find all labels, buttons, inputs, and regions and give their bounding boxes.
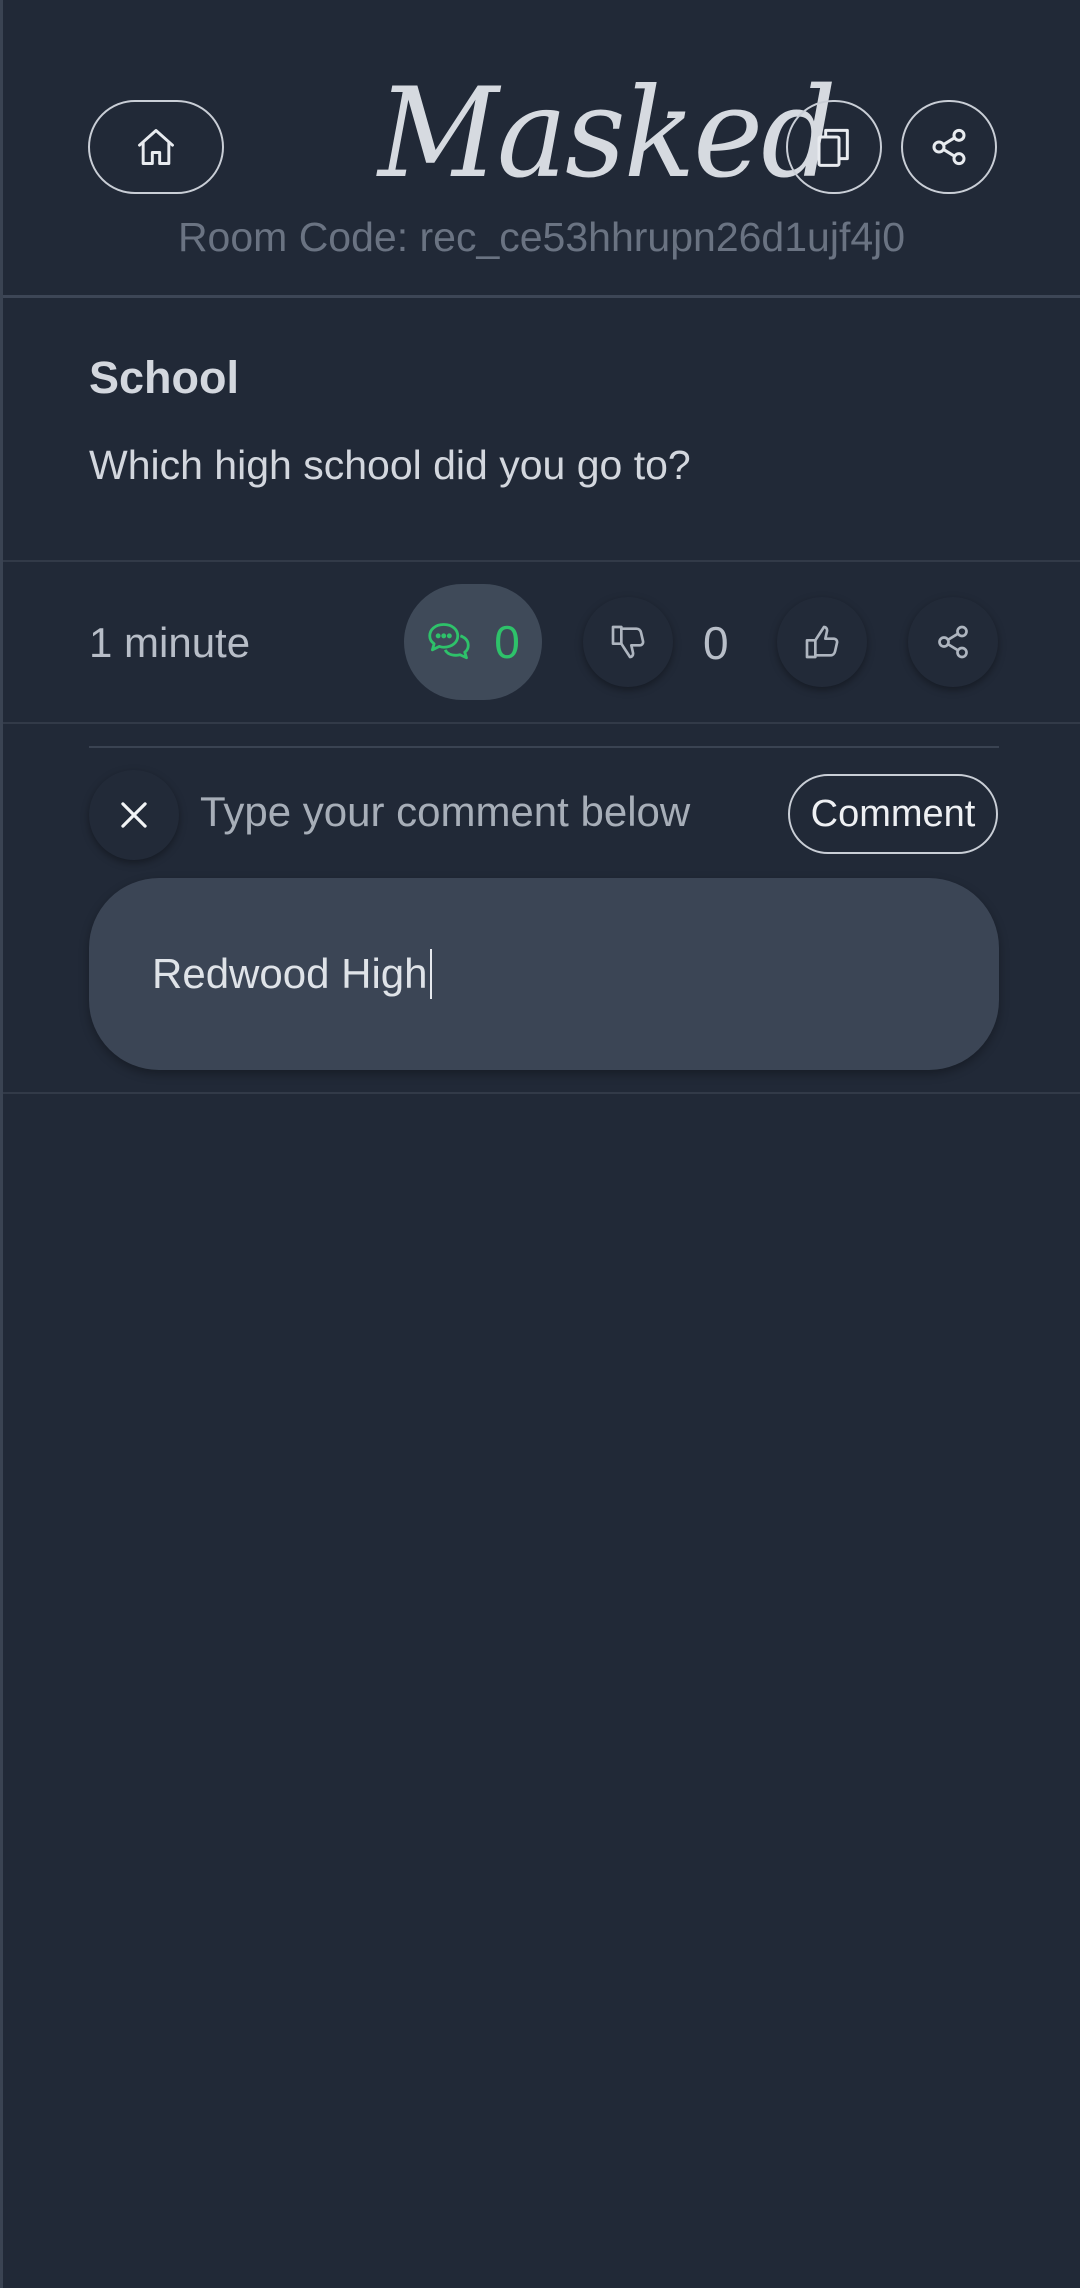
submit-comment-button[interactable]: Comment <box>788 774 998 854</box>
composer-prompt: Type your comment below <box>200 788 691 835</box>
home-icon <box>134 125 178 169</box>
close-composer-button[interactable] <box>89 770 179 860</box>
vote-count: 0 <box>703 617 729 669</box>
close-icon <box>115 796 153 834</box>
app-frame: Masked Room Code: rec_ce53hhrupn26d1ujf4… <box>0 0 1080 2288</box>
copy-room-code-button[interactable] <box>786 100 882 194</box>
text-caret <box>429 949 432 999</box>
question-action-bar: 1 minute 0 0 <box>3 564 1080 724</box>
copy-icon <box>814 125 854 169</box>
comment-composer: Type your comment below Comment Redwood … <box>3 726 1080 1094</box>
chat-bubbles-icon <box>426 621 472 663</box>
divider <box>89 746 999 748</box>
like-button[interactable] <box>777 597 867 687</box>
dislike-button[interactable] <box>583 597 673 687</box>
question-card: School Which high school did you go to? <box>3 300 1080 562</box>
comment-input[interactable]: Redwood High <box>89 878 999 1070</box>
question-text: Which high school did you go to? <box>89 442 691 488</box>
time-posted: 1 minute <box>89 619 251 666</box>
thumbs-up-icon <box>802 622 842 662</box>
share-icon <box>935 624 971 660</box>
app-logo: Masked <box>378 60 837 206</box>
comments-toggle-button[interactable]: 0 <box>404 584 542 700</box>
comment-input-value: Redwood High <box>152 950 428 997</box>
share-icon <box>929 127 969 167</box>
room-code: Room Code: rec_ce53hhrupn26d1ujf4j0 <box>177 214 906 260</box>
header: Masked Room Code: rec_ce53hhrupn26d1ujf4… <box>3 0 1080 298</box>
thumbs-down-icon <box>608 622 648 662</box>
comment-count: 0 <box>494 616 520 668</box>
home-button[interactable] <box>88 100 224 194</box>
share-room-button[interactable] <box>901 100 997 194</box>
share-question-button[interactable] <box>908 597 998 687</box>
question-title: School <box>89 352 240 403</box>
